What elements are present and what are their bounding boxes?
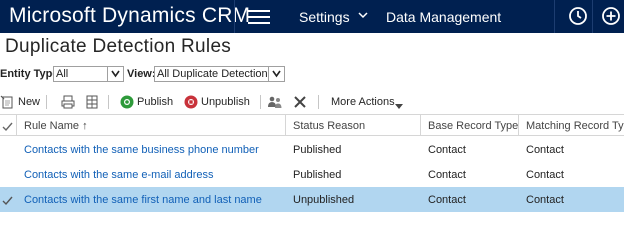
status-reason-cell: Published bbox=[293, 144, 342, 156]
page-title: Duplicate Detection Rules bbox=[5, 36, 232, 57]
hamburger-icon[interactable] bbox=[248, 10, 270, 24]
nav-page-data-management[interactable]: Data Management bbox=[386, 9, 501, 25]
nav-area-settings[interactable]: Settings bbox=[299, 9, 350, 25]
unpublish-button[interactable]: Unpublish bbox=[201, 96, 250, 108]
plus-circle-icon[interactable] bbox=[600, 5, 622, 27]
rule-name-link[interactable]: Contacts with the same business phone nu… bbox=[24, 144, 259, 156]
base-record-type-cell: Contact bbox=[428, 144, 466, 156]
entity-type-select[interactable]: All bbox=[53, 66, 124, 82]
base-record-type-cell: Contact bbox=[428, 169, 466, 181]
top-navigation-bar: Microsoft Dynamics CRM Settings Data Man… bbox=[0, 0, 624, 33]
chevron-down-icon[interactable] bbox=[358, 10, 368, 23]
columns-icon[interactable] bbox=[84, 94, 100, 110]
new-button[interactable]: New bbox=[18, 96, 40, 108]
view-label: View: bbox=[127, 68, 156, 80]
chevron-down-icon[interactable] bbox=[268, 67, 284, 81]
clock-icon[interactable] bbox=[567, 5, 589, 27]
print-icon[interactable] bbox=[60, 94, 76, 110]
matching-record-type-cell: Contact bbox=[526, 144, 564, 156]
column-divider bbox=[16, 115, 17, 136]
column-divider bbox=[285, 115, 286, 136]
view-value: All Duplicate Detection Ru bbox=[157, 68, 285, 80]
chevron-down-icon[interactable] bbox=[107, 67, 123, 81]
chevron-down-icon[interactable] bbox=[395, 97, 411, 113]
toolbar-separator bbox=[318, 95, 319, 109]
view-select[interactable]: All Duplicate Detection Ru bbox=[154, 66, 285, 82]
nav-divider bbox=[592, 0, 593, 33]
column-header-matching-record-type[interactable]: Matching Record Type bbox=[526, 120, 624, 132]
publish-icon[interactable] bbox=[119, 94, 135, 110]
nav-divider bbox=[554, 0, 555, 33]
unpublish-icon[interactable] bbox=[183, 94, 199, 110]
column-header-status-reason[interactable]: Status Reason bbox=[293, 120, 365, 132]
table-row[interactable]: Contacts with the same business phone nu… bbox=[0, 137, 624, 162]
table-row-selected[interactable]: Contacts with the same first name and la… bbox=[0, 187, 624, 212]
more-actions-button[interactable]: More Actions bbox=[331, 96, 395, 108]
matching-record-type-cell: Contact bbox=[526, 169, 564, 181]
new-record-icon[interactable] bbox=[0, 94, 16, 110]
nav-divider bbox=[234, 0, 235, 33]
toolbar-separator bbox=[46, 95, 47, 109]
publish-button[interactable]: Publish bbox=[137, 96, 173, 108]
column-divider bbox=[420, 115, 421, 136]
grid-header: Rule Name ↑ Status Reason Base Record Ty… bbox=[0, 114, 624, 136]
table-row[interactable]: Contacts with the same e-mail address Pu… bbox=[0, 162, 624, 187]
assign-icon[interactable] bbox=[267, 94, 283, 110]
status-reason-cell: Published bbox=[293, 169, 342, 181]
column-header-base-record-type[interactable]: Base Record Type bbox=[428, 120, 518, 132]
toolbar-separator bbox=[108, 95, 109, 109]
base-record-type-cell: Contact bbox=[428, 194, 466, 206]
toolbar-separator bbox=[260, 95, 261, 109]
check-icon[interactable] bbox=[2, 193, 13, 211]
status-reason-cell: Unpublished bbox=[293, 194, 355, 206]
matching-record-type-cell: Contact bbox=[526, 194, 564, 206]
entity-type-value: All bbox=[56, 68, 69, 80]
rule-name-link[interactable]: Contacts with the same e-mail address bbox=[24, 169, 214, 181]
column-divider bbox=[518, 115, 519, 136]
column-header-rule-name[interactable]: Rule Name ↑ bbox=[24, 120, 88, 132]
select-all-check-icon[interactable] bbox=[2, 119, 13, 137]
delete-icon[interactable] bbox=[292, 94, 308, 110]
app-brand[interactable]: Microsoft Dynamics CRM bbox=[9, 4, 250, 28]
sort-ascending-icon[interactable]: ↑ bbox=[82, 120, 88, 132]
rule-name-link[interactable]: Contacts with the same first name and la… bbox=[24, 194, 262, 206]
